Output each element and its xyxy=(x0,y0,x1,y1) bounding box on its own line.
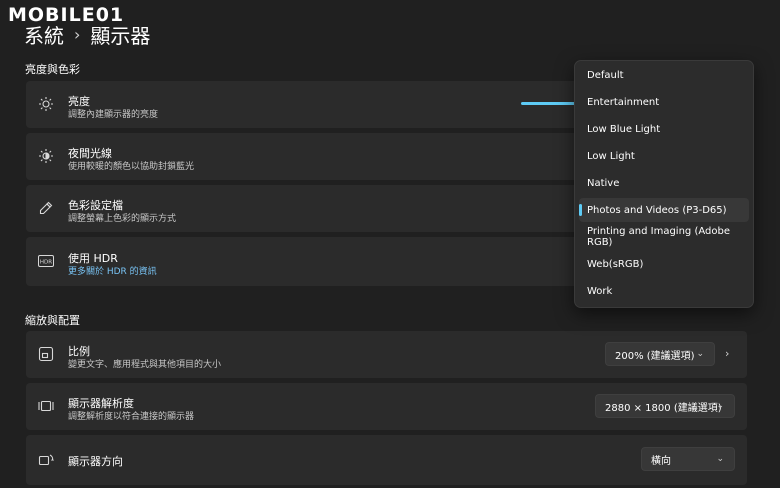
chevron-right-icon[interactable]: › xyxy=(725,347,729,360)
orientation-title: 顯示器方向 xyxy=(68,455,123,468)
menu-item-work[interactable]: Work xyxy=(579,279,749,303)
orientation-value: 橫向 xyxy=(651,455,671,467)
resolution-icon xyxy=(37,397,55,415)
scale-value: 200% (建議選項) xyxy=(615,350,695,362)
section-brightness-color: 亮度與色彩 xyxy=(25,63,80,76)
color-profile-desc: 調整螢幕上色彩的顯示方式 xyxy=(68,214,177,224)
breadcrumb: 系統 › 顯示器 xyxy=(24,20,150,49)
resolution-value: 2880 × 1800 (建議選項) xyxy=(605,402,722,414)
menu-item-printing-and-imaging[interactable]: Printing and Imaging (Adobe RGB) xyxy=(579,225,749,249)
menu-item-entertainment[interactable]: Entertainment xyxy=(579,90,749,114)
menu-item-low-blue-light[interactable]: Low Blue Light xyxy=(579,117,749,141)
section-scale-layout: 縮放與配置 xyxy=(25,314,80,327)
breadcrumb-separator: › xyxy=(74,25,81,44)
chevron-down-icon: ⌄ xyxy=(696,349,704,359)
night-light-desc: 使用較暖的顏色以協助封鎖藍光 xyxy=(68,162,195,172)
sun-icon xyxy=(37,95,55,113)
orientation-row[interactable]: 顯示器方向 橫向 ⌄ xyxy=(26,435,747,485)
orientation-dropdown[interactable]: 橫向 ⌄ xyxy=(641,447,735,471)
scale-dropdown[interactable]: 200% (建議選項) ⌄ xyxy=(605,342,715,366)
chevron-down-icon: ⌄ xyxy=(716,454,724,464)
menu-item-native[interactable]: Native xyxy=(579,171,749,195)
page-title: 顯示器 xyxy=(90,24,151,48)
night-light-icon xyxy=(37,147,55,165)
resolution-desc: 調整解析度以符合連接的顯示器 xyxy=(68,412,195,422)
brightness-slider[interactable] xyxy=(521,102,581,105)
hdr-icon: HDR xyxy=(37,252,55,270)
resolution-row[interactable]: 顯示器解析度 調整解析度以符合連接的顯示器 2880 × 1800 (建議選項)… xyxy=(26,383,747,430)
resolution-dropdown[interactable]: 2880 × 1800 (建議選項) ⌄ xyxy=(595,394,735,418)
color-profile-menu: Default Entertainment Low Blue Light Low… xyxy=(574,60,754,308)
menu-item-web-srgb[interactable]: Web(sRGB) xyxy=(579,252,749,276)
eyedropper-icon xyxy=(37,199,55,217)
menu-item-default[interactable]: Default xyxy=(579,63,749,87)
hdr-info-link[interactable]: 更多關於 HDR 的資訊 xyxy=(68,264,157,277)
selection-indicator xyxy=(579,204,582,216)
menu-item-photos-and-videos[interactable]: Photos and Videos (P3-D65) xyxy=(579,198,749,222)
breadcrumb-system[interactable]: 系統 xyxy=(24,20,64,49)
chevron-down-icon: ⌄ xyxy=(716,401,724,411)
scale-icon xyxy=(37,345,55,363)
scale-row[interactable]: 比例 變更文字、應用程式與其他項目的大小 200% (建議選項) ⌄ › xyxy=(26,331,747,378)
brightness-desc: 調整內建顯示器的亮度 xyxy=(68,110,159,120)
svg-text:HDR: HDR xyxy=(40,260,52,266)
orientation-icon xyxy=(37,451,55,469)
scale-desc: 變更文字、應用程式與其他項目的大小 xyxy=(68,360,222,370)
menu-item-low-light[interactable]: Low Light xyxy=(579,144,749,168)
